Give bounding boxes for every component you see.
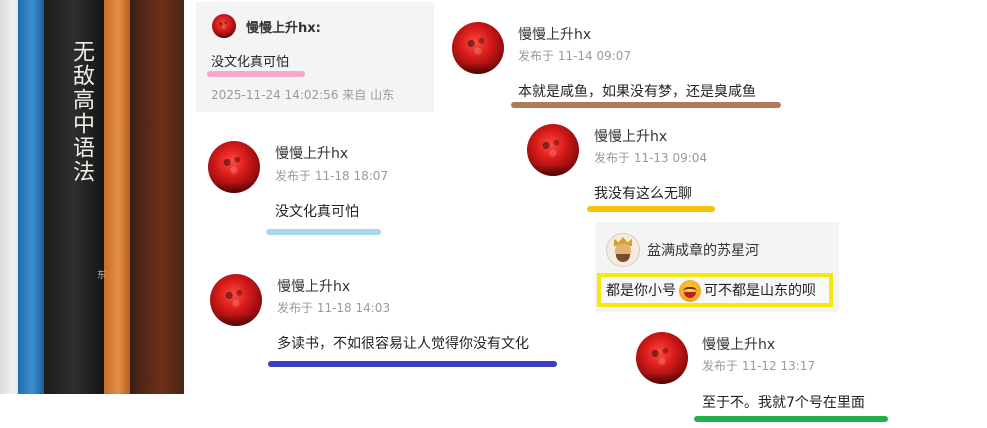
post-text: 至于不。我就7个号在里面 [702,395,865,411]
post-meta: 发布于 11-14 09:07 [518,49,632,63]
book-spine [18,0,44,394]
book-spine-small-text: 东 [95,270,105,279]
book-spine [104,0,130,394]
post-text-underline [587,206,715,212]
king-avatar-icon[interactable] [606,233,640,267]
post-text: 多读书，不如很容易让人觉得你没有文化 [277,336,529,352]
post-text-underline [694,416,888,422]
post-text-underline [268,361,557,367]
reply-user-name[interactable]: 慢慢上升hx: [246,17,321,36]
user-avatar[interactable] [210,274,262,326]
user-avatar[interactable] [452,22,504,74]
post-text: 本就是咸鱼，如果没有梦，还是臭咸鱼 [518,84,756,100]
post-text-underline [511,102,781,108]
post-text-underline [266,229,381,235]
reply-text-underline [207,71,305,77]
quote-text-before: 都是你小号 [606,283,676,299]
user-avatar[interactable] [636,332,688,384]
quote-text-after: 可不都是山东的呗 [704,283,816,299]
post-user-name[interactable]: 慢慢上升hx [702,334,775,354]
post-meta: 发布于 11-18 18:07 [275,169,389,183]
post-user-name[interactable]: 慢慢上升hx [275,143,348,163]
post-user-name[interactable]: 慢慢上升hx [277,276,350,296]
reply-user-avatar[interactable] [212,14,236,38]
post-meta: 发布于 11-12 13:17 [702,359,816,373]
post-meta: 发布于 11-13 09:04 [594,151,708,165]
book-spine-title: 无敌高中语法 [69,40,94,184]
book-spine [130,0,184,394]
user-avatar[interactable] [208,141,260,193]
user-avatar[interactable] [527,124,579,176]
post-text: 没文化真可怕 [275,204,359,220]
post-user-name[interactable]: 慢慢上升hx [518,24,591,44]
quote-text: 都是你小号 可不都是山东的呗 [606,280,816,302]
post-meta: 发布于 11-18 14:03 [277,301,391,315]
book-spines-photo: 无敌高中语法 东 [0,0,184,394]
laughing-emoji-icon [679,280,701,302]
post-user-name[interactable]: 慢慢上升hx [594,126,667,146]
quote-user-name[interactable]: 盆满成章的苏星河 [647,240,759,260]
reply-text: 没文化真可怕 [211,55,290,70]
reply-meta: 2025-11-24 14:02:56 来自 山东 [211,88,395,102]
post-text: 我没有这么无聊 [594,186,692,202]
